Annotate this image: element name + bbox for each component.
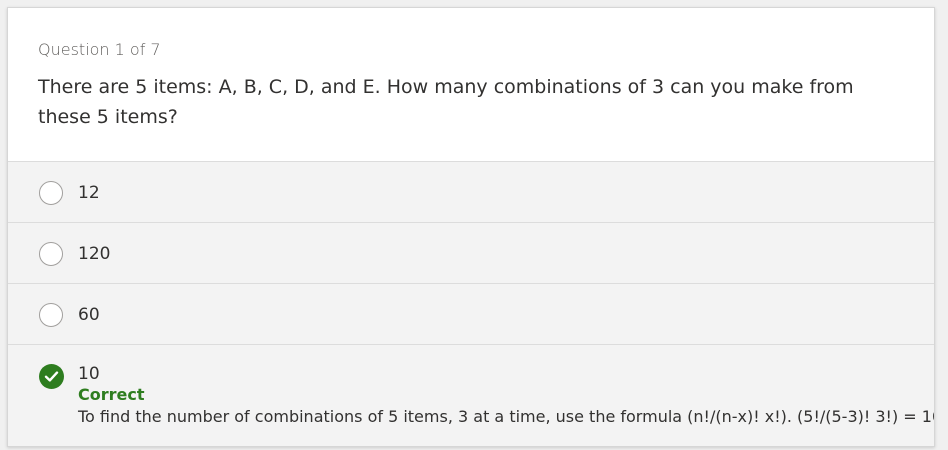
option-label: 120 xyxy=(78,244,111,264)
radio-button[interactable] xyxy=(39,242,63,266)
option-label: 12 xyxy=(78,183,100,203)
option-label: 10 xyxy=(78,364,100,384)
radio-button[interactable] xyxy=(39,181,63,205)
quiz-card: Question 1 of 7 There are 5 items: A, B,… xyxy=(7,7,935,447)
option-10-selected[interactable]: 10 Correct To find the number of combina… xyxy=(8,344,935,446)
correct-badge: Correct xyxy=(78,385,145,404)
option-label: 60 xyxy=(78,305,100,325)
question-header: Question 1 of 7 There are 5 items: A, B,… xyxy=(8,8,934,161)
question-counter: Question 1 of 7 xyxy=(38,40,161,59)
answer-explanation: To find the number of combinations of 5 … xyxy=(78,407,935,426)
option-120[interactable]: 120 xyxy=(8,222,934,283)
option-12[interactable]: 12 xyxy=(8,161,934,222)
check-circle-icon xyxy=(39,364,64,389)
question-text: There are 5 items: A, B, C, D, and E. Ho… xyxy=(38,76,854,128)
option-60[interactable]: 60 xyxy=(8,283,934,344)
radio-button[interactable] xyxy=(39,303,63,327)
